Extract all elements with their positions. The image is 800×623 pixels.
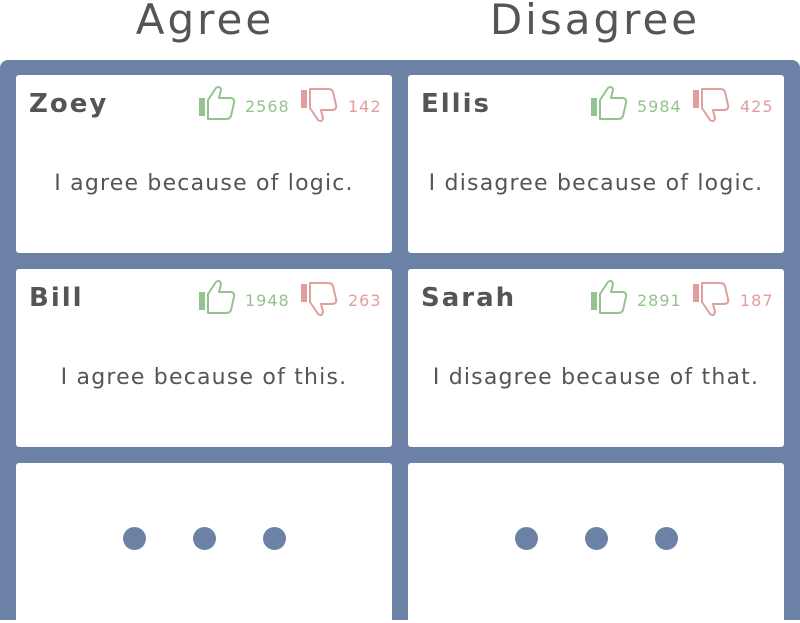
author-name: Ellis: [421, 89, 491, 119]
author-name: Sarah: [421, 283, 517, 313]
ellipsis-dot: [193, 527, 216, 550]
debate-board: Zoey 2568 142 I agree because of logic. …: [0, 60, 800, 623]
ellipsis-icon: [16, 527, 392, 551]
ellipsis-dot: [655, 527, 678, 550]
author-name: Zoey: [29, 89, 109, 119]
ellipsis-dot: [585, 527, 608, 550]
upvote-count: 2891: [637, 291, 682, 310]
ellipsis-dot: [263, 527, 286, 550]
upvote-count: 2568: [245, 97, 290, 116]
ellipsis-icon: [408, 527, 784, 551]
thumbs-up-icon[interactable]: [590, 278, 634, 318]
upvote-count: 1948: [245, 291, 290, 310]
argument-card-disagree-1: Ellis 5984 425 I disagree because of log…: [408, 75, 784, 253]
downvote-count: 425: [740, 97, 774, 116]
thumbs-down-icon[interactable]: [300, 86, 344, 126]
upvote-count: 5984: [637, 97, 682, 116]
disagree-column-header: Disagree: [489, 0, 701, 44]
argument-text: I disagree because of that.: [432, 365, 760, 390]
argument-card-disagree-2: Sarah 2891 187 I disagree because of tha…: [408, 269, 784, 447]
argument-text: I agree because of this.: [60, 365, 348, 390]
argument-card-agree-1: Zoey 2568 142 I agree because of logic.: [16, 75, 392, 253]
argument-text: I disagree because of logic.: [428, 171, 764, 196]
thumbs-down-icon[interactable]: [692, 86, 736, 126]
ellipsis-dot: [123, 527, 146, 550]
ellipsis-dot: [515, 527, 538, 550]
more-arguments-disagree[interactable]: [408, 463, 784, 623]
more-arguments-agree[interactable]: [16, 463, 392, 623]
argument-card-agree-2: Bill 1948 263 I agree because of this.: [16, 269, 392, 447]
downvote-count: 263: [348, 291, 382, 310]
downvote-count: 187: [740, 291, 774, 310]
thumbs-up-icon[interactable]: [590, 84, 634, 124]
downvote-count: 142: [348, 97, 382, 116]
thumbs-down-icon[interactable]: [692, 280, 736, 320]
argument-text: I agree because of logic.: [54, 171, 354, 196]
thumbs-down-icon[interactable]: [300, 280, 344, 320]
agree-column-header: Agree: [135, 0, 275, 44]
thumbs-up-icon[interactable]: [198, 84, 242, 124]
thumbs-up-icon[interactable]: [198, 278, 242, 318]
author-name: Bill: [29, 283, 84, 313]
